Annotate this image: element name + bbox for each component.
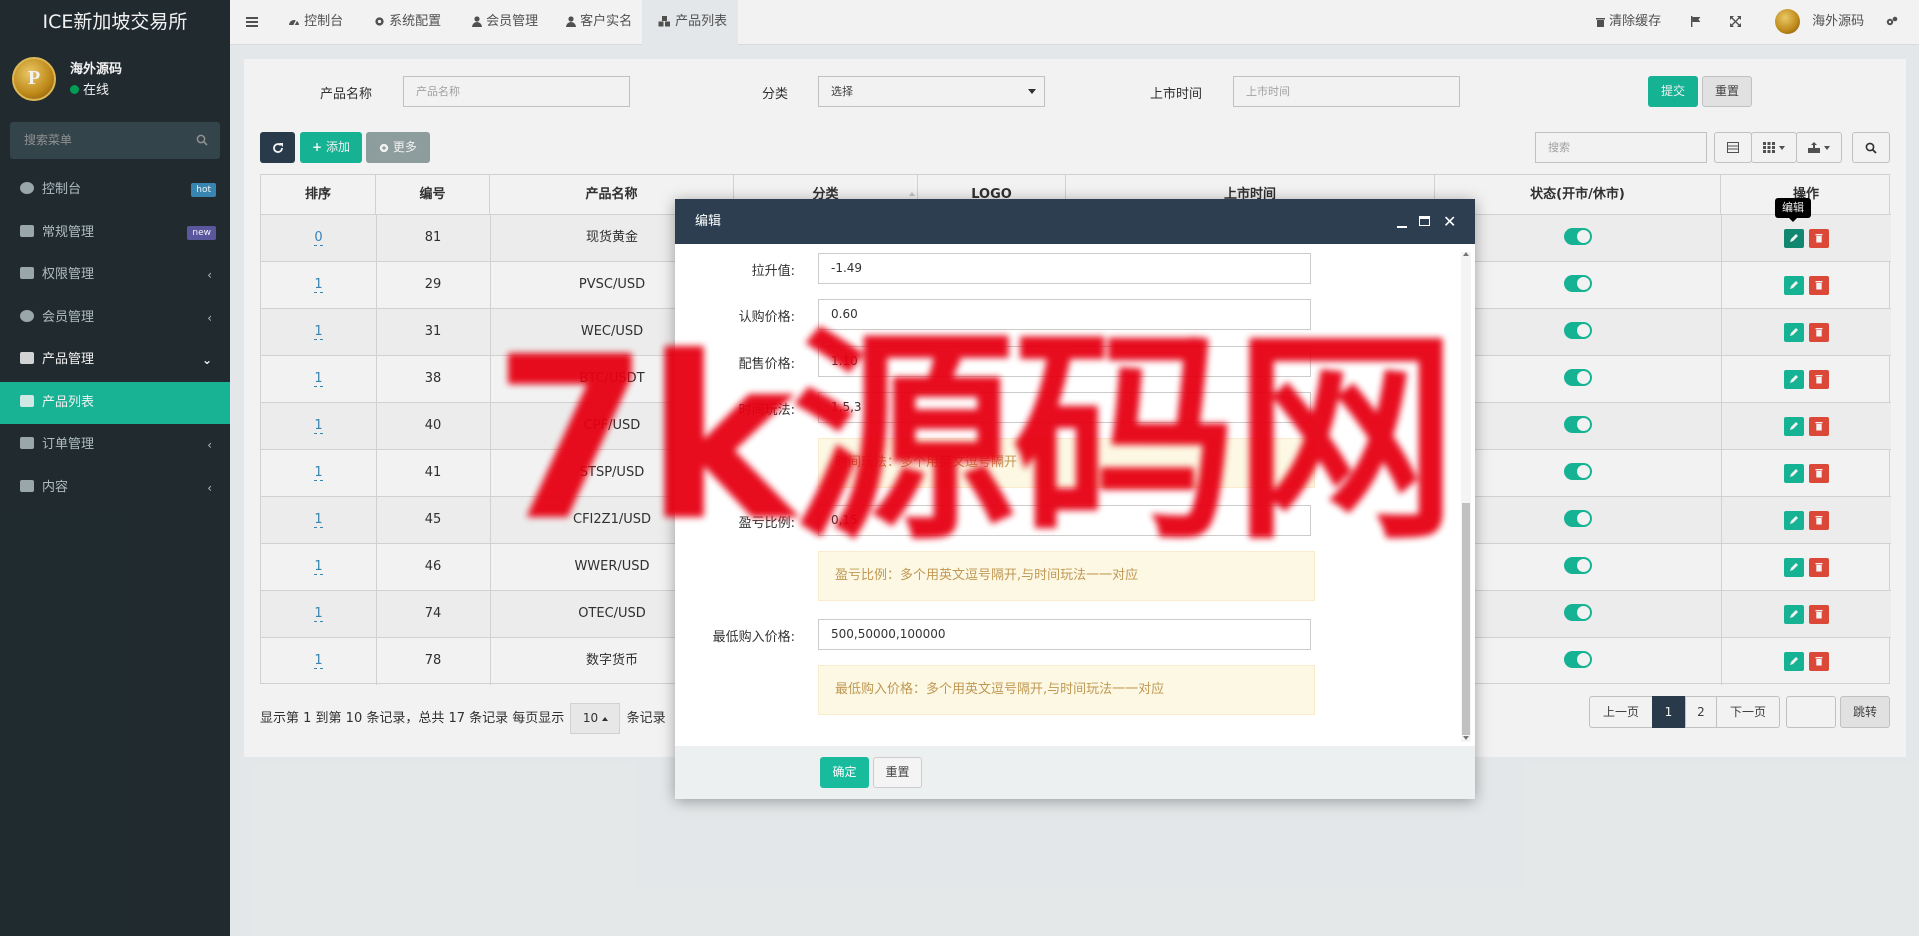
field-input[interactable]: 500,50000,100000: [818, 619, 1311, 650]
modal-reset-button[interactable]: 重置: [873, 757, 922, 788]
min-price-tip: 最低购入价格：多个用英文逗号隔开,与时间玩法一一对应: [818, 665, 1315, 715]
modal-title: 编辑: [695, 214, 722, 229]
scroll-down-arrow[interactable]: [1463, 736, 1469, 740]
maximize-button[interactable]: [1419, 216, 1430, 226]
close-button[interactable]: ✕: [1443, 199, 1456, 244]
confirm-button[interactable]: 确定: [820, 757, 869, 788]
scrollbar-thumb[interactable]: [1462, 503, 1470, 735]
field-label: 拉升值:: [751, 264, 795, 279]
watermark: 7k源码网: [493, 309, 1458, 571]
modal-header: 编辑 ✕: [675, 199, 1475, 244]
field-input[interactable]: -1.49: [818, 253, 1311, 284]
scroll-up-arrow[interactable]: [1463, 252, 1469, 256]
field-label: 最低购入价格:: [712, 630, 795, 645]
modal-scrollbar[interactable]: [1461, 252, 1471, 742]
modal-footer: 确定 重置: [675, 746, 1475, 799]
minimize-button[interactable]: [1397, 226, 1407, 228]
